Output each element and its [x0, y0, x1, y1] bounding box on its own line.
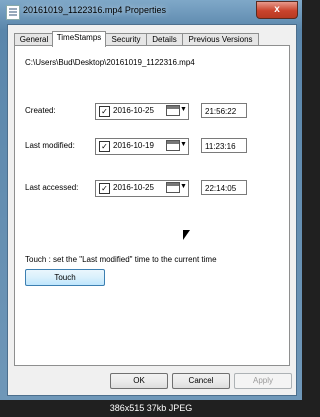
tab-timestamps[interactable]: TimeStamps — [52, 31, 106, 47]
image-caption: 386x515 37kb JPEG — [109, 403, 193, 413]
close-button[interactable]: x — [256, 1, 298, 19]
last-modified-checkbox[interactable]: ✓ — [99, 141, 110, 152]
window-title: 20161019_1122316.mp4 Properties — [23, 5, 166, 15]
ok-button[interactable]: OK — [110, 373, 168, 389]
created-checkbox[interactable]: ✓ — [99, 106, 110, 117]
calendar-icon[interactable] — [166, 140, 180, 151]
calendar-icon[interactable] — [166, 182, 180, 193]
timestamps-panel: C:\Users\Bud\Desktop\20161019_1122316.mp… — [14, 45, 290, 366]
last-modified-label: Last modified: — [25, 141, 75, 150]
last-modified-date: 2016-10-19 — [113, 141, 154, 150]
chevron-down-icon[interactable]: ▼ — [180, 183, 187, 190]
last-accessed-checkbox[interactable]: ✓ — [99, 183, 110, 194]
dialog-client: General TimeStamps Security Details Prev… — [7, 24, 297, 396]
touch-description: Touch : set the "Last modified" time to … — [25, 255, 217, 264]
last-accessed-date: 2016-10-25 — [113, 183, 154, 192]
touch-button[interactable]: Touch — [25, 269, 105, 286]
created-label: Created: — [25, 106, 56, 115]
chevron-down-icon[interactable]: ▼ — [180, 106, 187, 113]
title-bar[interactable]: 20161019_1122316.mp4 Properties x — [0, 0, 302, 24]
apply-button[interactable]: Apply — [234, 373, 292, 389]
file-path: C:\Users\Bud\Desktop\20161019_1122316.mp… — [25, 58, 195, 67]
properties-window: 20161019_1122316.mp4 Properties x Genera… — [0, 0, 302, 400]
last-modified-time-field[interactable]: 11:23:16 — [201, 138, 247, 153]
cancel-button[interactable]: Cancel — [172, 373, 230, 389]
chevron-down-icon[interactable]: ▼ — [180, 141, 187, 148]
last-accessed-label: Last accessed: — [25, 183, 79, 192]
created-time-field[interactable]: 21:56:22 — [201, 103, 247, 118]
created-date: 2016-10-25 — [113, 106, 154, 115]
last-accessed-time-field[interactable]: 22:14:05 — [201, 180, 247, 195]
file-icon — [6, 5, 20, 20]
calendar-icon[interactable] — [166, 105, 180, 116]
